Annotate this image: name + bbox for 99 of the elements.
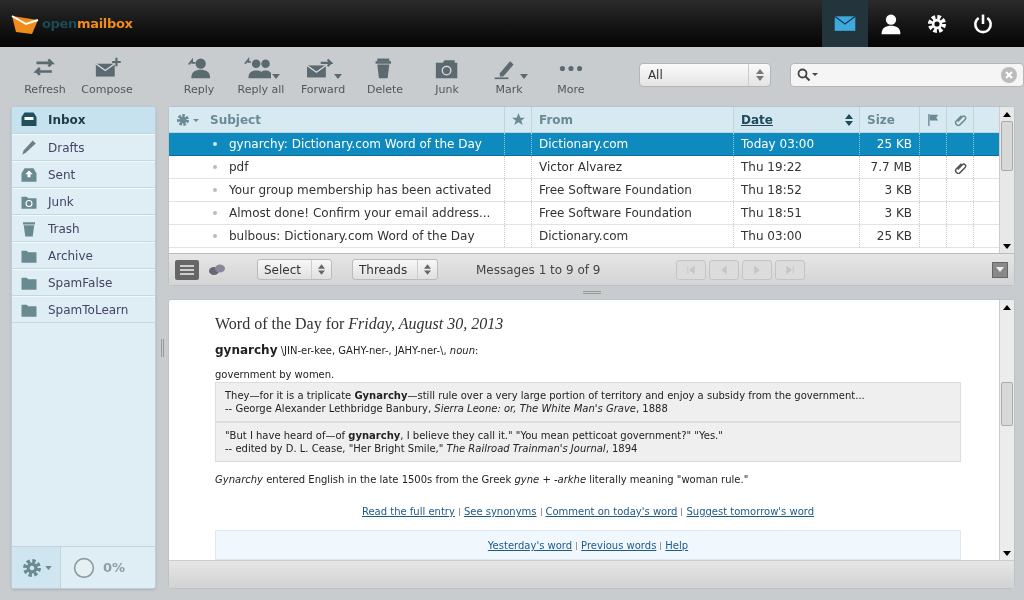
folder-item[interactable]: SpamToLearn xyxy=(12,296,155,323)
delete-button[interactable]: Delete xyxy=(354,50,416,100)
message-row[interactable]: gynarchy: Dictionary.com Word of the Day Dictionary.com Today 03:00 25 KB xyxy=(169,133,999,156)
quota-pie-icon xyxy=(73,556,95,579)
message-row[interactable]: pdf Victor Alvarez Thu 19:22 7.7 MB xyxy=(169,156,999,179)
updown-icon xyxy=(755,69,764,81)
envelope-plus-icon xyxy=(93,55,121,80)
updown-icon xyxy=(424,264,431,275)
inbox-icon xyxy=(20,111,38,129)
message-size: 25 KB xyxy=(876,136,912,153)
quote-source: -- edited by D. L. Cease, "Her Bright Smile," The Railroad Trainman's Journal, 1894 xyxy=(225,442,639,455)
speech-bubbles-icon xyxy=(209,263,225,276)
scrollbar[interactable] xyxy=(999,107,1014,253)
paperclip-icon xyxy=(954,113,967,126)
message-sender: Free Software Foundation xyxy=(539,205,692,222)
pencil-icon xyxy=(20,138,38,157)
message-date: Thu 03:00 xyxy=(741,228,802,245)
link[interactable]: See synonyms xyxy=(463,504,537,519)
logo-text: open xyxy=(42,14,77,33)
scrollbar[interactable] xyxy=(999,300,1014,560)
flag-icon xyxy=(927,113,940,126)
caret-icon xyxy=(519,73,528,79)
message-sender: Free Software Foundation xyxy=(539,182,692,199)
message-sender: Dictionary.com xyxy=(539,228,629,245)
list-view-button[interactable] xyxy=(175,259,199,280)
quote-text: They—for it is a triplicate Gynarchy—still rule over a very large portion of territory and enjoy a subsidy from the government... xyxy=(225,389,866,402)
menu-toggle-button[interactable] xyxy=(992,261,1008,278)
caret-icon xyxy=(333,73,342,79)
message-sender: Victor Alvarez xyxy=(539,159,623,176)
email-heading: Word of the Day for Friday, August 30, 2013 xyxy=(215,314,505,335)
message-size: 25 KB xyxy=(876,228,912,245)
message-date: Thu 18:52 xyxy=(741,182,802,199)
caret-icon xyxy=(996,267,1004,272)
mail-tab[interactable] xyxy=(822,0,868,47)
logo-text: mailbox xyxy=(77,14,133,33)
refresh-button[interactable]: Refresh xyxy=(14,50,76,100)
sort-icon xyxy=(845,113,853,126)
threads-dropdown[interactable]: Threads xyxy=(352,259,438,280)
message-row[interactable]: bulbous: Dictionary.com Word of the Day Dictionary.com Thu 03:00 25 KB xyxy=(169,225,999,248)
caret-icon xyxy=(44,565,52,570)
settings-menu-button[interactable] xyxy=(12,547,60,588)
link[interactable]: Help xyxy=(665,538,689,553)
search-field[interactable] xyxy=(790,63,1024,87)
replyall-button[interactable]: Reply all xyxy=(230,50,292,100)
more-button[interactable]: More xyxy=(540,50,602,100)
star-icon xyxy=(512,113,525,126)
message-size: 3 KB xyxy=(884,205,912,222)
message-size: 7.7 MB xyxy=(870,159,912,176)
message-date: Thu 19:22 xyxy=(741,159,802,176)
person-arrow-icon xyxy=(185,55,213,80)
tray-arrow-icon xyxy=(20,165,38,184)
select-dropdown[interactable]: Select xyxy=(257,259,332,280)
forward-button[interactable]: Forward xyxy=(292,50,354,100)
link[interactable]: Read the full entry xyxy=(361,504,455,519)
message-subject: bulbous: Dictionary.com Word of the Day xyxy=(229,228,475,245)
mark-button[interactable]: Mark xyxy=(478,50,540,100)
settings-icon xyxy=(20,556,43,579)
reply-button[interactable]: Reply xyxy=(168,50,230,100)
list-icon xyxy=(180,264,194,275)
quote-text: "But I have heard of—of gynarchy, I believe they call it." "You mean petticoat government?" "Yes." xyxy=(225,429,724,442)
folder-item[interactable]: Inbox xyxy=(12,107,155,134)
folder-item[interactable]: Sent xyxy=(12,161,155,188)
folder-item[interactable]: Trash xyxy=(12,215,155,242)
trash-icon xyxy=(20,219,38,238)
quota-text: 0% xyxy=(103,558,126,577)
folder-item[interactable]: Archive xyxy=(12,242,155,269)
message-date: Today 03:00 xyxy=(741,136,815,153)
message-row[interactable]: Your group membership has been activated Free Software Foundation Thu 18:52 3 KB xyxy=(169,179,999,202)
folder-item[interactable]: Drafts xyxy=(12,134,155,161)
folder-item[interactable]: SpamFalse xyxy=(12,269,155,296)
updown-icon xyxy=(318,264,325,275)
link[interactable]: Previous words xyxy=(581,538,657,553)
message-date: Thu 18:51 xyxy=(741,205,802,222)
message-row[interactable]: Almost done! Confirm your email address... Free Software Foundation Thu 18:51 3 KB xyxy=(169,202,999,225)
search-icon xyxy=(797,68,820,82)
link[interactable]: Suggest tomorrow's word xyxy=(686,504,815,519)
link[interactable]: Comment on today's word xyxy=(545,504,678,519)
folder-item[interactable]: Junk xyxy=(12,188,155,215)
message-subject: Your group membership has been activated xyxy=(229,182,492,199)
message-subject: gynarchy: Dictionary.com Word of the Day xyxy=(229,136,482,153)
message-count: Messages 1 to 9 of 9 xyxy=(476,261,601,279)
more-icon xyxy=(559,64,583,72)
message-size: 3 KB xyxy=(884,182,912,199)
message-subject: pdf xyxy=(229,159,249,176)
etymology-text: Gynarchy entered English in the late 1500s from the Greek gyne + -arkhe literally meaning "woman rule." xyxy=(215,473,750,487)
junk-button[interactable]: Junk xyxy=(416,50,478,100)
link[interactable]: Yesterday's word xyxy=(487,538,573,553)
filter-dropdown[interactable]: All xyxy=(638,63,772,87)
message-sender: Dictionary.com xyxy=(539,136,629,153)
definition-text: government by women. xyxy=(215,368,336,382)
compose-button[interactable]: Compose xyxy=(76,50,138,100)
clear-icon xyxy=(1001,67,1017,83)
column-header[interactable]: Date xyxy=(741,110,773,129)
people-arrow-icon xyxy=(242,55,271,80)
message-subject: Almost done! Confirm your email address... xyxy=(229,205,491,222)
gear-menu-icon xyxy=(176,112,200,127)
pronunciation-text: gynarchy \JIN-er-kee, GAHY-ner-, JAHY-ner-\, noun: xyxy=(215,342,480,359)
quote-source: -- George Alexander Lethbridge Banbury, Sierra Leone: or, The White Man's Grave, 1888 xyxy=(225,402,669,415)
caret-icon xyxy=(271,73,280,79)
